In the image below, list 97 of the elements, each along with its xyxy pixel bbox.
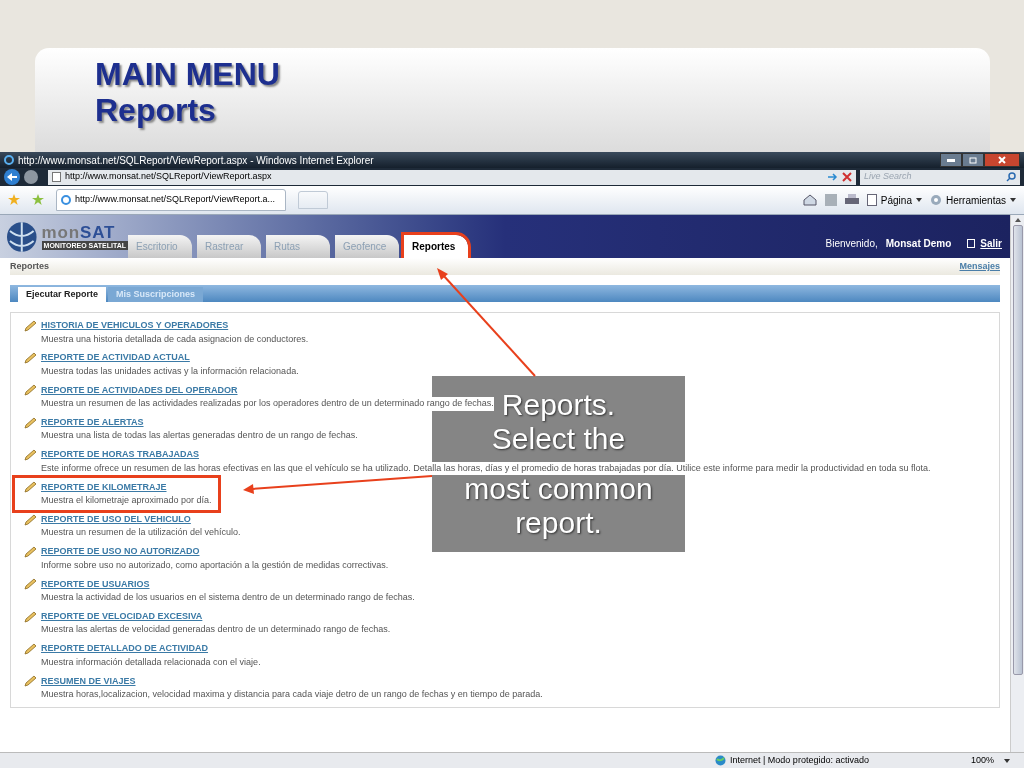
report-item[interactable]: REPORTE DE KILOMETRAJE Muestra el kilometraje aproximado por día. — [15, 477, 218, 510]
report-item[interactable]: RESUMEN DE VIAJES Muestra horas,localizacion, velocidad maxima y distancia para cada viaje detro de un rango de fechas y en tiempo de parada. — [23, 674, 543, 702]
pencil-icon — [23, 675, 37, 688]
pencil-icon — [23, 449, 37, 462]
report-link[interactable]: HISTORIA DE VEHICULOS Y OPERADORES — [41, 319, 229, 333]
callout-text: report. — [515, 506, 602, 540]
stop-icon — [842, 172, 852, 182]
report-link[interactable]: REPORTE DE KILOMETRAJE — [41, 480, 167, 495]
report-link[interactable]: REPORTE DE ACTIVIDADES DEL OPERADOR — [41, 383, 238, 398]
nav-tab[interactable]: Reportes — [404, 235, 468, 258]
page-icon — [866, 194, 877, 206]
report-item[interactable]: HISTORIA DE VEHICULOS Y OPERADORES Muestra una historia detallada de cada asignacion de conductores. — [23, 319, 309, 346]
logo-name: monSAT — [41, 223, 117, 241]
maximize-icon — [969, 156, 977, 164]
report-link[interactable]: REPORTE DE ACTIVIDAD ACTUAL — [41, 351, 190, 365]
feed-icon — [824, 194, 837, 206]
slide-title: Reports — [95, 92, 217, 128]
command-button[interactable]: Herramientas — [929, 192, 1016, 208]
minimize-button[interactable] — [940, 153, 962, 167]
callout-text: Select the — [491, 422, 626, 456]
report-link[interactable]: REPORTE DE USUARIOS — [41, 577, 150, 592]
refresh-icon — [826, 172, 838, 182]
report-description: Muestra las alertas de velocidad generadas dentro de un determinado rango de fechas. — [41, 623, 391, 637]
dropdown-arrow-icon — [1004, 758, 1010, 763]
home-icon — [802, 194, 817, 206]
slide-title: MAIN MENU — [95, 56, 281, 92]
report-description: Muestra una historia detallada de cada asignacion de conductores. — [41, 332, 309, 346]
report-link[interactable]: REPORTE DETALLADO DE ACTIVIDAD — [41, 642, 208, 656]
printer-icon — [844, 194, 859, 206]
report-link[interactable]: REPORTE DE ALERTAS — [41, 416, 144, 430]
add-favorite-icon — [32, 194, 44, 206]
minimize-icon — [947, 158, 955, 162]
logout-icon — [967, 239, 977, 248]
status-text: Internet | Modo protegido: activado — [730, 753, 869, 767]
pencil-icon — [23, 481, 37, 494]
report-description: Este informe ofrece un resumen de las horas efectivas en las que el vehículo se ha utilizado. Detalla las horas, días y el promedio de horas trabajadas por día. Utilice este informe para medir la productividad en toda su flota. — [41, 461, 931, 476]
pencil-icon — [23, 384, 37, 397]
pencil-icon — [23, 319, 37, 332]
report-item[interactable]: REPORTE DE ALERTAS Muestra una lista de todas las alertas generadas dentro de un rango de fechas. — [23, 416, 358, 443]
report-item[interactable]: REPORTE DE USO NO AUTORIZADO Informe sobre uso no autorizado, como aportación a la gestión de medidas correctivas. — [23, 545, 389, 573]
pencil-icon — [23, 546, 37, 559]
back-arrow-icon — [7, 173, 17, 181]
pencil-icon — [23, 610, 37, 623]
search-icon — [1006, 172, 1016, 182]
report-item[interactable]: REPORTE DE USUARIOS Muestra la actividad de los usuarios en el sistema dentro de un determinado rango de fechas. — [23, 577, 415, 605]
globe-icon — [715, 755, 726, 766]
zoom-level[interactable]: 100% — [970, 753, 994, 768]
close-button[interactable] — [984, 153, 1020, 167]
breadcrumb: Reportes — [10, 259, 49, 273]
forward-button[interactable] — [24, 170, 38, 184]
messages-link[interactable]: Mensajes — [959, 259, 1000, 274]
report-link[interactable]: REPORTE DE USO DEL VEHICULO — [41, 512, 191, 527]
globe-logo-icon — [6, 220, 38, 253]
pencil-icon — [23, 352, 37, 365]
browser-tab[interactable]: http://www.monsat.net/SQLReport/ViewReport.a... — [56, 189, 286, 211]
maximize-button[interactable] — [962, 153, 984, 167]
browser-icon — [4, 155, 14, 165]
user-name: Monsat Demo — [885, 237, 952, 251]
pencil-icon — [23, 578, 37, 591]
address-field[interactable]: http://www.monsat.net/SQLReport/ViewReport.aspx — [48, 169, 856, 185]
pencil-icon — [23, 416, 37, 429]
close-icon — [998, 156, 1006, 164]
report-description: Muestra la actividad de los usuarios en el sistema dentro de un determinado rango de fechas. — [41, 591, 415, 605]
command-button[interactable]: Página — [866, 192, 922, 208]
report-description: Muestra información detallada relacionada con el viaje. — [41, 655, 261, 670]
report-link[interactable]: REPORTE DE HORAS TRABAJADAS — [41, 448, 199, 462]
report-link[interactable]: REPORTE DE VELOCIDAD EXCESIVA — [41, 609, 203, 624]
report-description: Muestra una lista de todas las alertas generadas dentro de un rango de fechas. — [41, 429, 358, 443]
search-placeholder: Live Search — [864, 170, 912, 184]
report-link[interactable]: REPORTE DE USO NO AUTORIZADO — [41, 545, 200, 559]
pencil-icon — [23, 643, 37, 656]
gear-icon — [929, 194, 942, 206]
dropdown-arrow-icon — [915, 198, 922, 202]
report-description: Muestra todas las unidades activas y la información relacionada. — [41, 364, 299, 379]
sub-tab[interactable]: Ejecutar Reporte — [18, 287, 107, 302]
report-item[interactable]: REPORTE DE USO DEL VEHICULO Muestra un resumen de la utilización del vehículo. — [23, 512, 241, 540]
window-title: http://www.monsat.net/SQLReport/ViewReport.aspx - Windows Internet Explorer — [18, 153, 374, 168]
dropdown-arrow-icon — [1010, 198, 1016, 202]
report-description: Informe sobre uso no autorizado, como aportación a la gestión de medidas correctivas. — [41, 558, 389, 573]
star-icon — [8, 194, 20, 206]
logout-link[interactable]: Salir — [967, 236, 1002, 251]
report-description: Muestra el kilometraje aproximado por día. — [41, 494, 212, 508]
report-description: Muestra un resumen de las actividades realizadas por los operadores dentro de un determinado rango de fechas. — [41, 397, 494, 411]
scrollbar-thumb[interactable] — [1012, 225, 1023, 675]
browser-icon — [61, 195, 71, 205]
address-text: http://www.monsat.net/SQLReport/ViewReport.aspx — [65, 170, 272, 184]
scroll-up-icon — [1014, 218, 1021, 222]
report-description: Muestra horas,localizacion, velocidad maxima y distancia para cada viaje detro de un rango de fechas y en tiempo de parada. — [41, 688, 543, 702]
report-item[interactable]: REPORTE DE ACTIVIDAD ACTUAL Muestra todas las unidades activas y la información relacionada. — [23, 351, 299, 379]
callout-text: Reports. — [501, 388, 616, 422]
page-icon — [52, 172, 61, 182]
welcome-text: Bienvenido, — [825, 237, 878, 251]
report-item[interactable]: REPORTE DETALLADO DE ACTIVIDAD Muestra información detallada relacionada con el viaje. — [23, 642, 261, 670]
report-link[interactable]: RESUMEN DE VIAJES — [41, 674, 136, 689]
back-button[interactable] — [4, 169, 20, 185]
report-item[interactable]: REPORTE DE VELOCIDAD EXCESIVA Muestra las alertas de velocidad generadas dentro de un determinado rango de fechas. — [23, 609, 391, 637]
pencil-icon — [23, 513, 37, 526]
